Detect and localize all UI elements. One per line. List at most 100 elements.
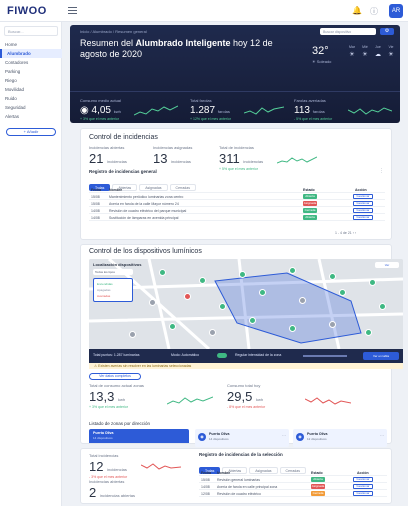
manage-button[interactable]: Gestionar	[353, 194, 373, 199]
chevron-right-icon[interactable]: ›	[355, 231, 356, 235]
manage-button[interactable]: Gestionar	[353, 201, 373, 206]
selected-zone-panel[interactable]: Puerta Oliva 14 dispositivos	[89, 429, 189, 443]
pagination: 1 - 4 de 21 ‹ ›	[335, 231, 357, 235]
map-pin-icon[interactable]	[129, 331, 136, 338]
map-toggle-button[interactable]: Ver	[375, 262, 399, 268]
status-badge: Abierta	[303, 194, 317, 199]
bulb-icon: ◉	[80, 105, 89, 116]
table-row[interactable]: 12/08 Revisión de cuadro eléctrico Cerra…	[199, 490, 387, 497]
info-icon[interactable]: ⓘ	[370, 6, 378, 17]
map-pin-icon[interactable]	[365, 329, 372, 336]
alert-banner: ⚠ Existen averías sin resolver en las lu…	[89, 363, 403, 369]
incidents-table: Fecha Nombre Estado Acción 15/08 Manteni…	[89, 186, 385, 221]
table-row[interactable]: 14/08 Revisión de cuadro eléctrico del p…	[89, 207, 385, 214]
map-pin-icon[interactable]	[199, 277, 206, 284]
status-badge: Cerrada	[303, 208, 317, 213]
bell-icon[interactable]: 🔔	[352, 6, 362, 15]
sidebar-item-ruido[interactable]: Ruido	[0, 94, 62, 103]
map-pin-icon[interactable]	[209, 329, 216, 336]
kpi-total: Total de incidencias 311 incidencias + 5…	[219, 145, 264, 171]
sparkline-chart	[167, 396, 213, 405]
bulb-icon: ◉	[296, 433, 304, 441]
sidebar-item-riego[interactable]: Riego	[0, 76, 62, 85]
gear-icon[interactable]: ⚙	[380, 28, 394, 35]
manage-button[interactable]: Gestionar	[353, 208, 373, 213]
hero-search-input[interactable]: Buscar dispositivo	[320, 28, 376, 35]
manage-button[interactable]: Gestionar	[353, 491, 373, 496]
map-pin-icon[interactable]	[299, 297, 306, 304]
sidebar-item-alertas[interactable]: Alertas	[0, 112, 62, 121]
kpi-consumo-hoy: Consumo total hoy 29,5 kwh - 8% que el m…	[227, 383, 266, 409]
top-bar: FIWOO 🔔 ⓘ AR	[0, 0, 408, 22]
map-footer: Total puntos: 1.287 luminarias Modo: Aut…	[89, 349, 403, 363]
more-options-icon[interactable]: ⋯	[282, 433, 286, 438]
avatar[interactable]: AR	[389, 4, 403, 18]
sparkline-chart	[277, 156, 317, 164]
device-map[interactable]: Localización dispositivos Todos los tipo…	[89, 259, 403, 349]
map-pin-icon[interactable]	[259, 289, 266, 296]
map-pin-icon[interactable]	[159, 269, 166, 276]
zone-card[interactable]: ◉ Puerta Oliva 14 dispositivos ⋯	[195, 429, 289, 447]
map-pin-icon[interactable]	[379, 303, 386, 310]
table-row[interactable]: 15/08 Revisión general luminarias Abiert…	[199, 476, 387, 483]
map-pin-icon[interactable]	[149, 299, 156, 306]
incidents-tabs: Todas Abiertas Asignadas Cerradas	[89, 176, 198, 191]
sun-icon: ☀	[349, 52, 355, 58]
stat-farolas: Total farolas 1.287 farolas + 12% que el…	[190, 98, 231, 121]
table-row[interactable]: 14/08 Avería de farola en calle principa…	[199, 483, 387, 490]
table-row[interactable]: 15/08 Mantenimiento periódico luminarias…	[89, 193, 385, 200]
sidebar-item-parking[interactable]: Parking	[0, 67, 62, 76]
filter-select[interactable]: Todos los tipos	[93, 269, 133, 275]
map-legend: Encendidas Apagadas Averiadas	[93, 278, 133, 302]
weather-label: ☀ Soleado	[312, 59, 332, 64]
map-pin-icon[interactable]	[329, 321, 336, 328]
intensity-slider[interactable]	[303, 355, 347, 357]
forecast-day: Jue ☁	[372, 45, 384, 58]
view-data-button[interactable]: Ver datos completos	[89, 373, 141, 380]
menu-icon[interactable]	[68, 7, 77, 14]
bulb-icon: ◉	[198, 433, 206, 441]
map-pin-icon[interactable]	[169, 323, 176, 330]
map-canvas[interactable]	[89, 259, 403, 349]
kpi-asignadas: Incidencias asignadas 13 incidencias	[153, 145, 193, 166]
sidebar-item-seguridad[interactable]: Seguridad	[0, 103, 62, 112]
status-badge: Cerrada	[311, 491, 325, 496]
zone-card[interactable]: ◉ Puerta Oliva 12 dispositivos ⋯	[293, 429, 387, 447]
map-pin-icon[interactable]	[339, 289, 346, 296]
map-pin-icon[interactable]	[329, 273, 336, 280]
incidents-title: Control de incidencias	[89, 134, 158, 141]
warning-icon: ⚠	[94, 364, 98, 368]
more-options-icon[interactable]: ⋮	[379, 168, 384, 174]
manage-button[interactable]: Gestionar	[353, 477, 373, 482]
chevron-left-icon[interactable]: ‹	[353, 231, 354, 235]
sidebar-search-input[interactable]: Buscar...	[4, 26, 58, 36]
status-badge: Asignada	[311, 484, 325, 489]
app-logo[interactable]: FIWOO	[7, 5, 47, 17]
breadcrumb[interactable]: Inicio / Alumbrado / Resumen general	[80, 29, 147, 34]
map-pin-icon[interactable]	[239, 271, 246, 278]
table-row[interactable]: 15/08 Avería en farola de la calle Mayor…	[89, 200, 385, 207]
stat-consumo: Consumo medio actual ◉ 4,05 kwh + 3% que…	[80, 98, 121, 121]
view-table-button[interactable]: Ver en tabla	[363, 352, 399, 360]
more-options-icon[interactable]: ⋯	[380, 433, 384, 438]
sidebar-item-home[interactable]: Home	[0, 40, 62, 49]
map-pin-icon[interactable]	[369, 279, 376, 286]
kpi-consumo-zonas: Total de consumo actual zonas 13,3 kwh +…	[89, 383, 144, 409]
auto-toggle[interactable]	[217, 353, 227, 358]
table-row[interactable]: 14/08 Sustitución de lámparas en avenida…	[89, 214, 385, 221]
map-pin-icon[interactable]	[289, 325, 296, 332]
sidebar-item-contadores[interactable]: Contadores	[0, 58, 62, 67]
map-pin-icon[interactable]	[289, 267, 296, 274]
devices-title: Control de los dispositivos lumínicos	[89, 248, 202, 255]
sparkline-chart	[348, 107, 392, 115]
forecast-day: Mar ☀	[346, 45, 358, 58]
sidebar-add-button[interactable]: + Añadir	[6, 128, 56, 136]
manage-button[interactable]: Gestionar	[353, 215, 373, 220]
map-pin-icon[interactable]	[184, 293, 191, 300]
sidebar-item-movilidad[interactable]: Movilidad	[0, 85, 62, 94]
manage-button[interactable]: Gestionar	[353, 484, 373, 489]
map-pin-icon[interactable]	[249, 317, 256, 324]
selection-incidents-card: Total incidencias 12 incidencias - 3% qu…	[80, 448, 392, 504]
sidebar-item-alumbrado[interactable]: Alumbrado	[0, 49, 62, 58]
map-pin-icon[interactable]	[219, 303, 226, 310]
